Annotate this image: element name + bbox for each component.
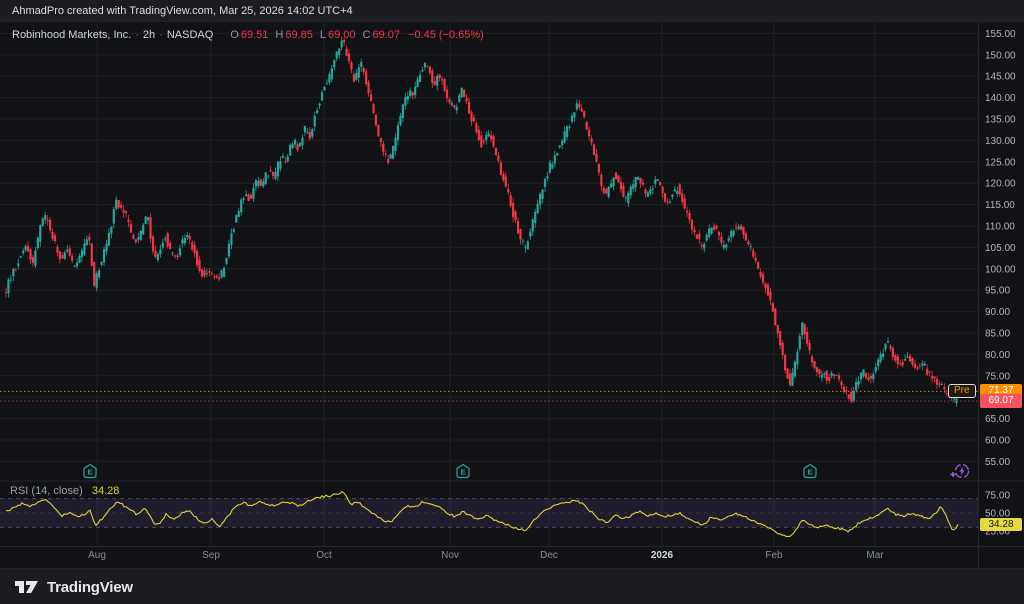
svg-text:Mar: Mar <box>866 550 884 561</box>
svg-text:85.00: 85.00 <box>985 329 1010 340</box>
svg-text:55.00: 55.00 <box>985 457 1010 468</box>
svg-text:2026: 2026 <box>651 550 674 561</box>
earnings-icon[interactable]: E <box>84 465 96 478</box>
svg-text:125.00: 125.00 <box>985 157 1016 168</box>
svg-text:95.00: 95.00 <box>985 286 1010 297</box>
low-label: L <box>320 29 326 41</box>
open-value: 69.51 <box>241 29 269 41</box>
attribution-text: AhmadPro created with TradingView.com, M… <box>12 5 353 17</box>
svg-text:Oct: Oct <box>316 550 332 561</box>
svg-text:Nov: Nov <box>441 550 459 561</box>
svg-text:130.00: 130.00 <box>985 136 1016 147</box>
ohlc-values: O69.51 H69.85 L69.00 C69.07 −0.45 (−0.65%) <box>223 29 484 41</box>
time-scale[interactable]: Aug Sep Oct Nov Dec 2026 Feb Mar <box>88 550 884 561</box>
svg-text:115.00: 115.00 <box>985 200 1015 211</box>
svg-text:E: E <box>87 468 92 477</box>
earnings-icon[interactable]: E <box>457 465 469 478</box>
close-value: 69.07 <box>372 29 400 41</box>
rsi-pane[interactable]: 75.0050.0025.00 <box>0 491 1010 538</box>
svg-text:80.00: 80.00 <box>985 350 1010 361</box>
chart-canvas[interactable]: 55.0060.0065.0070.0075.0080.0085.0090.00… <box>0 0 1024 604</box>
last-price-flag: 69.07 <box>980 394 1022 408</box>
svg-text:105.00: 105.00 <box>985 243 1016 254</box>
close-label: C <box>363 29 371 41</box>
svg-text:Sep: Sep <box>202 550 220 561</box>
open-label: O <box>230 29 239 41</box>
svg-text:135.00: 135.00 <box>985 115 1016 126</box>
separator-dot: · <box>159 29 163 41</box>
svg-text:90.00: 90.00 <box>985 307 1010 318</box>
symbol-info-bar: Robinhood Markets, Inc. · 2h · NASDAQ O69.51 H… <box>12 27 484 43</box>
rsi-current-value: 34.28 <box>92 485 120 497</box>
footer-bar: TradingView <box>0 568 1024 604</box>
svg-text:120.00: 120.00 <box>985 179 1016 190</box>
interval-label[interactable]: 2h <box>143 29 155 41</box>
svg-text:100.00: 100.00 <box>985 264 1016 275</box>
svg-text:75.00: 75.00 <box>985 371 1010 382</box>
tradingview-logo-text: TradingView <box>47 579 133 596</box>
candlestick-series[interactable] <box>5 38 958 407</box>
svg-text:Feb: Feb <box>765 550 783 561</box>
svg-text:155.00: 155.00 <box>985 29 1016 40</box>
rsi-indicator-header[interactable]: RSI (14, close) 34.28 <box>10 485 119 497</box>
attribution-bar: AhmadPro created with TradingView.com, M… <box>0 0 1024 22</box>
low-value: 69.00 <box>328 29 356 41</box>
svg-text:E: E <box>807 468 812 477</box>
svg-text:140.00: 140.00 <box>985 93 1016 104</box>
svg-text:Dec: Dec <box>540 550 558 561</box>
grid-lines <box>0 0 978 546</box>
svg-text:E: E <box>460 468 465 477</box>
symbol-title[interactable]: Robinhood Markets, Inc. <box>12 29 131 41</box>
svg-text:60.00: 60.00 <box>985 436 1010 447</box>
svg-text:150.00: 150.00 <box>985 50 1016 61</box>
svg-text:110.00: 110.00 <box>985 222 1015 233</box>
upcoming-earnings-icon[interactable] <box>951 465 969 478</box>
svg-text:Aug: Aug <box>88 550 106 561</box>
rsi-value-flag: 34.28 <box>980 518 1022 531</box>
high-label: H <box>275 29 283 41</box>
svg-text:75.00: 75.00 <box>985 491 1010 502</box>
tradingview-chart: 55.0060.0065.0070.0075.0080.0085.0090.00… <box>0 0 1024 604</box>
pre-market-badge: Pre <box>948 384 976 398</box>
tradingview-logo-icon <box>14 577 40 597</box>
exchange-label: NASDAQ <box>167 29 213 41</box>
high-value: 69.85 <box>285 29 313 41</box>
separator-dot: · <box>135 29 139 41</box>
rsi-title: RSI <box>10 485 28 497</box>
earnings-icon[interactable]: E <box>804 465 816 478</box>
svg-text:145.00: 145.00 <box>985 72 1016 83</box>
change-value: −0.45 (−0.65%) <box>408 29 484 41</box>
price-level-lines <box>0 391 978 401</box>
rsi-params: (14, close) <box>31 485 82 497</box>
tradingview-logo[interactable]: TradingView <box>14 577 133 597</box>
svg-text:65.00: 65.00 <box>985 414 1010 425</box>
